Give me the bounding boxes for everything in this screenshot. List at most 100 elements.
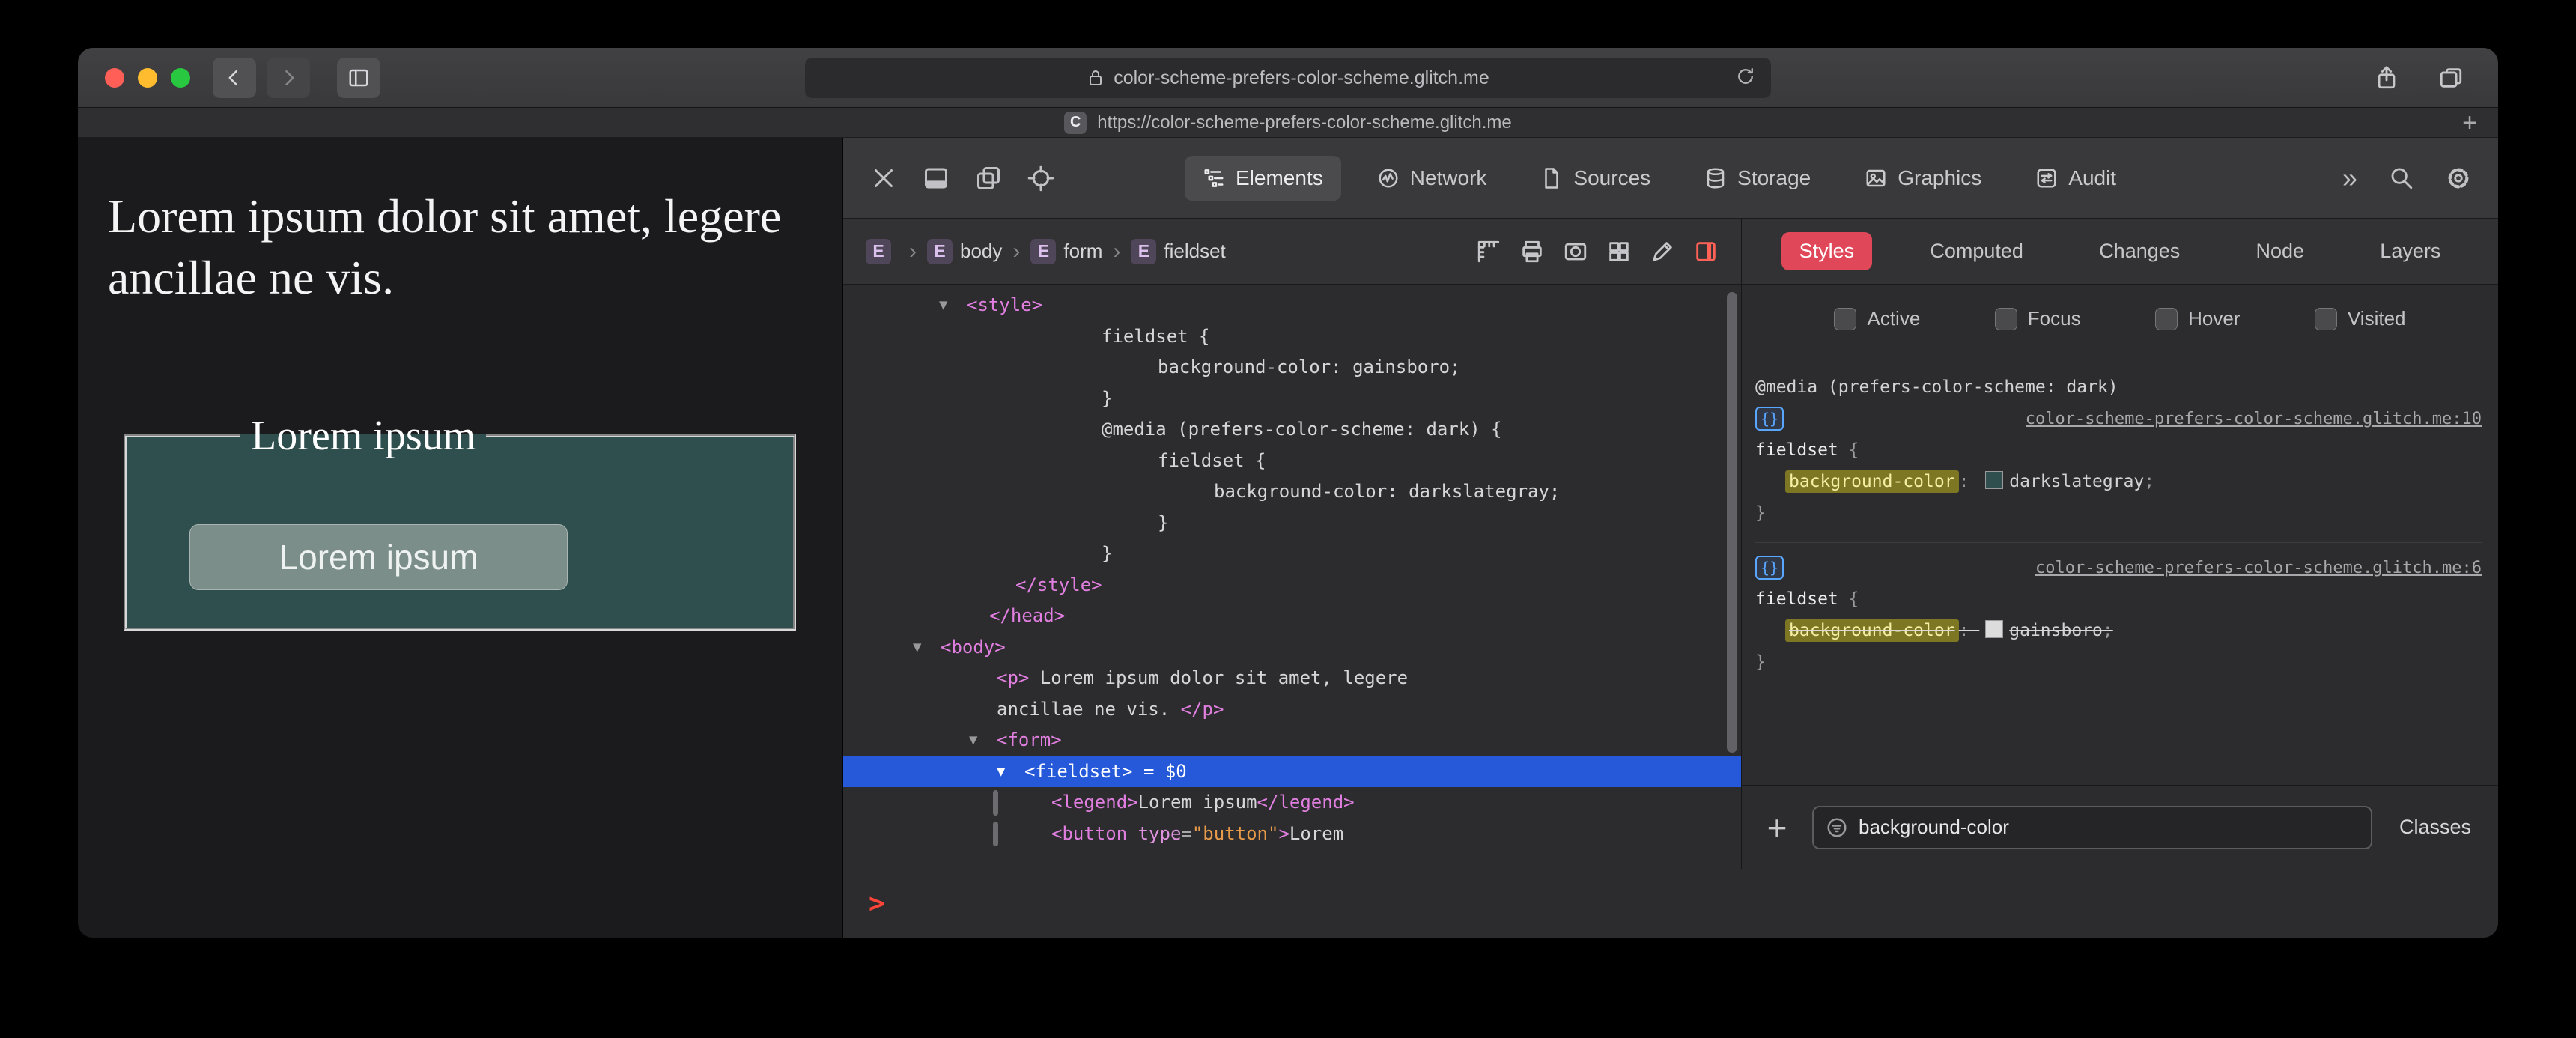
disclosure-triangle-icon[interactable]: ▼ [969,725,977,756]
tab-elements[interactable]: Elements [1185,155,1341,201]
browser-window: color-scheme-prefers-color-scheme.glitch… [78,48,2498,938]
filter-input[interactable]: background-color [1812,805,2372,849]
dom-node[interactable]: fieldset { [843,446,1741,477]
print-styles-icon[interactable] [1519,239,1545,264]
sidebar-tab-node[interactable]: Node [2238,232,2323,270]
dock-bottom-icon[interactable] [923,165,950,192]
rulers-icon[interactable] [1476,239,1501,264]
share-button[interactable] [2365,58,2408,98]
code-segment: <p> [997,667,1030,688]
style-rule: @media (prefers-color-scheme: dark) {} col… [1755,371,2482,529]
tab-label: Graphics [1898,166,1982,189]
tab-sources[interactable]: Sources [1522,156,1668,201]
dom-node-selected[interactable]: ▼ <fieldset> = $0 [843,756,1741,788]
classes-button[interactable]: Classes [2399,816,2471,839]
sidebar-tab-styles[interactable]: Styles [1781,232,1873,270]
add-rule-button[interactable]: + [1758,807,1796,848]
breadcrumb-item-body[interactable]: E body [927,238,1002,264]
dom-node[interactable]: ancillae ne vis. </p> [843,694,1741,726]
dom-node[interactable]: <button type="button">Lorem [843,819,1741,850]
chevron-left-icon [223,67,246,89]
pseudo-toggle-label: Visited [2347,307,2406,330]
dom-node[interactable]: } [843,508,1741,539]
code-segment: </head> [989,605,1066,626]
dom-node[interactable]: <p> Lorem ipsum dolor sit amet, legere [843,663,1741,694]
window-controls [105,67,190,88]
checkbox-icon[interactable] [1994,307,2017,330]
zoom-window-button[interactable] [171,67,190,88]
dom-node[interactable]: </head> [843,601,1741,632]
close-inspector-button[interactable] [870,165,897,192]
dom-node[interactable]: fieldset { [843,321,1741,353]
edit-pen-icon[interactable] [1650,239,1675,264]
dom-node[interactable]: } [843,538,1741,570]
tab-audit[interactable]: Audit [2017,156,2134,201]
tab-storage[interactable]: Storage [1686,156,1829,201]
browser-tab[interactable]: C https://color-scheme-prefers-color-sch… [1064,111,1512,134]
address-bar[interactable]: color-scheme-prefers-color-scheme.glitch… [805,58,1771,98]
breadcrumb-item-html[interactable]: E [866,238,899,264]
dom-node[interactable]: @media (prefers-color-scheme: dark) { [843,414,1741,446]
code-segment: = $0 [1132,760,1187,782]
checkbox-icon[interactable] [1834,307,1857,330]
dom-node[interactable]: <legend>Lorem ipsum</legend> [843,787,1741,819]
search-icon[interactable] [2389,166,2414,191]
network-icon [1377,167,1400,189]
color-swatch[interactable] [1985,620,2004,638]
dom-node[interactable]: } [843,383,1741,415]
close-window-button[interactable] [105,67,124,88]
minimize-window-button[interactable] [138,67,157,88]
styles-sidebar: Styles Computed Changes Node Layers Active Fo… [1742,219,2498,869]
dom-node[interactable]: ▼ <body> [843,632,1741,664]
pseudo-toggle-focus[interactable]: Focus [1994,307,2081,330]
disclosure-triangle-icon[interactable]: ▼ [997,756,1005,788]
element-selection-icon[interactable] [1027,165,1054,192]
forward-button[interactable] [267,57,310,98]
dom-node[interactable]: background-color: darkslategray; [843,476,1741,508]
dom-node[interactable]: ▼ <form> [843,725,1741,756]
tab-graphics[interactable]: Graphics [1847,156,1999,201]
sidebar-tab-computed[interactable]: Computed [1912,232,2041,270]
code-segment: = [1181,822,1192,844]
css-declaration[interactable]: background-color: gainsboro; [1755,615,2482,646]
sidebar-tab-changes[interactable]: Changes [2081,232,2198,270]
checkbox-icon[interactable] [2314,307,2337,330]
pseudo-toggle-hover[interactable]: Hover [2155,307,2240,330]
rule-source-link[interactable]: color-scheme-prefers-color-scheme.glitch… [2026,410,2482,428]
pseudo-toggle-active[interactable]: Active [1834,307,1920,330]
rule-source-link[interactable]: color-scheme-prefers-color-scheme.glitch… [2035,559,2482,577]
pseudo-toggle-visited[interactable]: Visited [2314,307,2406,330]
tab-network[interactable]: Network [1359,156,1505,201]
grid-overlay-icon[interactable] [1606,239,1632,264]
disclosure-triangle-icon[interactable]: ▼ [913,632,921,664]
page-button[interactable]: Lorem ipsum [189,524,568,590]
snapshot-icon[interactable] [1563,239,1588,264]
dom-node[interactable]: background-color: gainsboro; [843,352,1741,383]
dom-node[interactable]: ▼ <style> [843,290,1741,321]
code-segment: } [1102,387,1113,409]
breadcrumb-item-form[interactable]: E form [1030,238,1102,264]
reload-button[interactable] [1735,66,1759,90]
console-prompt-bar[interactable]: > [843,869,2498,938]
gear-icon[interactable] [2446,166,2471,191]
dom-node[interactable]: </style> [843,570,1741,601]
css-property-value: gainsboro [2009,621,2103,640]
back-button[interactable] [213,57,256,98]
undock-icon[interactable] [975,165,1002,192]
element-borders-icon[interactable] [1693,239,1719,264]
more-tabs-icon[interactable]: » [2342,164,2357,192]
sidebar-tab-layers[interactable]: Layers [2362,232,2458,270]
new-tab-button[interactable]: + [2462,110,2477,136]
checkbox-icon[interactable] [2155,307,2178,330]
code-segment: Lorem ipsum [1137,792,1257,813]
code-segment: </legend> [1257,792,1355,813]
breadcrumb-item-fieldset[interactable]: E fieldset [1131,238,1226,264]
code-segment: background-color: gainsboro; [1158,356,1461,377]
tab-overview-button[interactable] [2429,58,2473,98]
sidebar-toggle-button[interactable] [337,57,380,98]
child-indent-bar [993,821,998,846]
css-declaration[interactable]: background-color: darkslategray; [1755,466,2482,497]
code-segment: } [1158,512,1169,533]
color-swatch[interactable] [1985,471,2004,489]
disclosure-triangle-icon[interactable]: ▼ [939,290,947,321]
